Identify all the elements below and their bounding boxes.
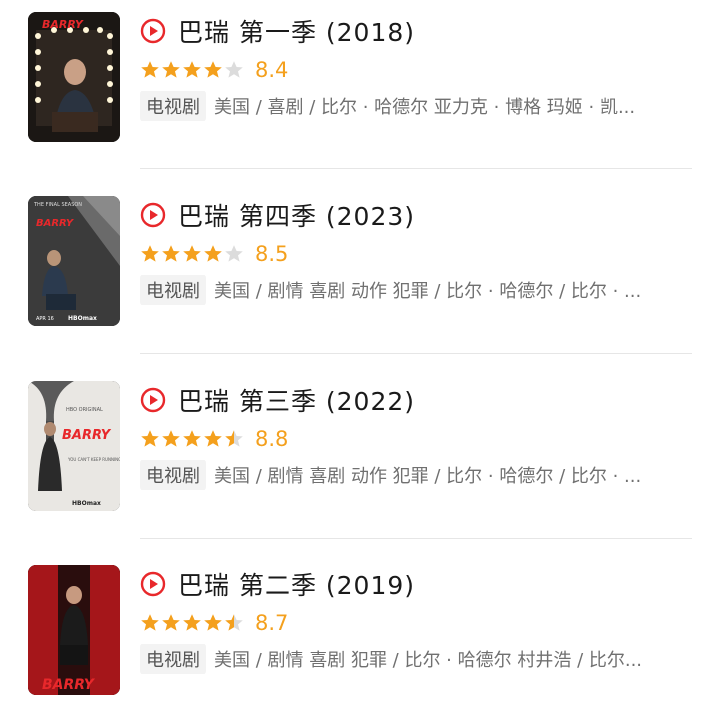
divider (140, 168, 692, 169)
rating-score: 8.4 (255, 58, 289, 82)
play-circle-icon[interactable] (140, 202, 166, 228)
poster-image[interactable]: BARRY (28, 565, 120, 695)
star-icon (225, 245, 243, 262)
type-badge: 电视剧 (140, 644, 206, 674)
star-rating (140, 429, 245, 449)
list-item[interactable]: THE FINAL SEASON BARRY APR 16 HBOmax 巴瑞 … (0, 184, 720, 359)
play-circle-icon[interactable] (140, 18, 166, 44)
title-row: 巴瑞 第三季 (2022) (140, 383, 415, 417)
item-title[interactable]: 巴瑞 第二季 (2019) (178, 566, 415, 602)
star-icon (225, 430, 243, 447)
type-badge: 电视剧 (140, 91, 206, 121)
meta-row: 电视剧 美国 / 喜剧 / 比尔 · 哈德尔 亚力克 · 博格 玛姬 · 凯..… (140, 91, 692, 121)
list-item[interactable]: HBO ORIGINAL BARRY YOU CAN'T KEEP RUNNIN… (0, 369, 720, 544)
rating-row: 8.7 (140, 609, 288, 637)
item-meta: 美国 / 剧情 喜剧 犯罪 / 比尔 · 哈德尔 村井浩 / 比尔... (214, 650, 643, 671)
meta-row: 电视剧 美国 / 剧情 喜剧 犯罪 / 比尔 · 哈德尔 村井浩 / 比尔... (140, 644, 692, 674)
rating-score: 8.7 (255, 611, 289, 635)
item-meta: 美国 / 剧情 喜剧 动作 犯罪 / 比尔 · 哈德尔 / 比尔 · ... (214, 466, 642, 487)
star-icon (183, 430, 201, 447)
star-icon (162, 61, 180, 78)
rating-row: 8.5 (140, 240, 288, 268)
star-icon (225, 61, 243, 78)
item-meta: 美国 / 喜剧 / 比尔 · 哈德尔 亚力克 · 博格 玛姬 · 凯... (214, 97, 636, 118)
svg-text:YOU CAN'T KEEP RUNNING: YOU CAN'T KEEP RUNNING (67, 457, 120, 462)
rating-score: 8.8 (255, 427, 289, 451)
svg-text:BARRY: BARRY (42, 677, 96, 693)
play-circle-icon[interactable] (140, 387, 166, 413)
poster-season-2-art: BARRY (28, 565, 120, 695)
star-rating (140, 60, 245, 80)
play-circle-icon[interactable] (140, 571, 166, 597)
star-icon (204, 614, 222, 631)
poster-season-4-art: THE FINAL SEASON BARRY APR 16 HBOmax (28, 196, 120, 326)
star-rating (140, 613, 245, 633)
divider (140, 353, 692, 354)
title-row: 巴瑞 第四季 (2023) (140, 198, 415, 232)
svg-text:THE FINAL SEASON: THE FINAL SEASON (33, 202, 82, 208)
poster-image[interactable]: THE FINAL SEASON BARRY APR 16 HBOmax (28, 196, 120, 326)
rating-row: 8.8 (140, 425, 288, 453)
star-icon (183, 614, 201, 631)
star-icon (162, 614, 180, 631)
svg-text:BARRY: BARRY (42, 18, 84, 31)
item-title[interactable]: 巴瑞 第三季 (2022) (178, 382, 415, 418)
star-icon (183, 61, 201, 78)
type-badge: 电视剧 (140, 460, 206, 490)
meta-row: 电视剧 美国 / 剧情 喜剧 动作 犯罪 / 比尔 · 哈德尔 / 比尔 · .… (140, 275, 692, 305)
list-item[interactable]: BARRY 巴瑞 第一季 (2018) 8.4 电视剧 美国 / 喜剧 / 比尔… (0, 0, 720, 175)
item-title[interactable]: 巴瑞 第四季 (2023) (178, 197, 415, 233)
rating-row: 8.4 (140, 56, 288, 84)
title-row: 巴瑞 第一季 (2018) (140, 14, 415, 48)
star-icon (204, 245, 222, 262)
poster-image[interactable]: BARRY (28, 12, 120, 142)
item-meta: 美国 / 剧情 喜剧 动作 犯罪 / 比尔 · 哈德尔 / 比尔 · ... (214, 281, 642, 302)
meta-row: 电视剧 美国 / 剧情 喜剧 动作 犯罪 / 比尔 · 哈德尔 / 比尔 · .… (140, 460, 692, 490)
poster-season-3-art: HBO ORIGINAL BARRY YOU CAN'T KEEP RUNNIN… (28, 381, 120, 511)
star-icon (183, 245, 201, 262)
rating-score: 8.5 (255, 242, 289, 266)
svg-text:HBO ORIGINAL: HBO ORIGINAL (66, 407, 103, 413)
star-icon (204, 430, 222, 447)
star-icon (141, 614, 159, 631)
item-title[interactable]: 巴瑞 第一季 (2018) (178, 13, 415, 49)
star-icon (141, 430, 159, 447)
svg-text:APR 16: APR 16 (36, 316, 54, 322)
svg-text:BARRY: BARRY (36, 218, 75, 229)
star-icon (141, 61, 159, 78)
poster-image[interactable]: HBO ORIGINAL BARRY YOU CAN'T KEEP RUNNIN… (28, 381, 120, 511)
star-icon (162, 245, 180, 262)
svg-text:HBOmax: HBOmax (72, 500, 101, 507)
svg-text:BARRY: BARRY (62, 428, 112, 443)
type-badge: 电视剧 (140, 275, 206, 305)
svg-text:HBOmax: HBOmax (68, 315, 97, 322)
star-rating (140, 244, 245, 264)
divider (140, 538, 692, 539)
star-icon (204, 61, 222, 78)
star-icon (162, 430, 180, 447)
star-icon (225, 614, 243, 631)
star-icon (141, 245, 159, 262)
title-row: 巴瑞 第二季 (2019) (140, 567, 415, 601)
poster-season-1-art: BARRY (28, 12, 120, 142)
list-item[interactable]: BARRY 巴瑞 第二季 (2019) 8.7 电视剧 美国 / 剧情 喜剧 犯… (0, 553, 720, 728)
